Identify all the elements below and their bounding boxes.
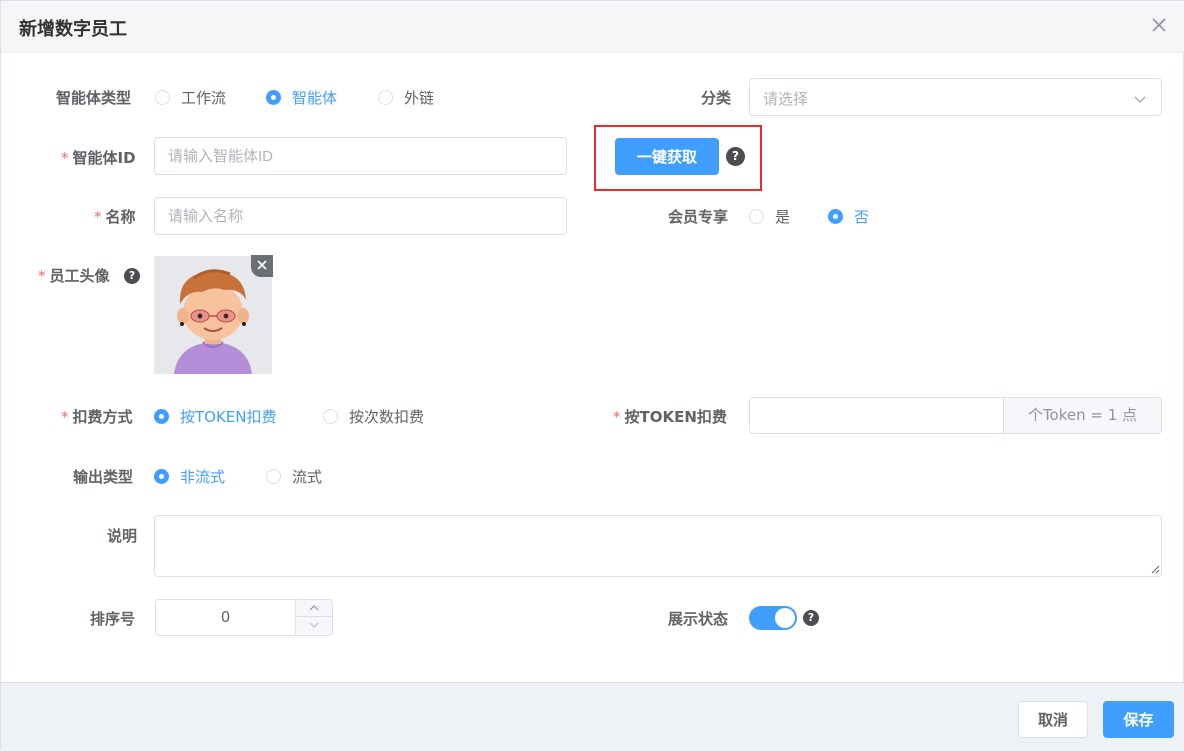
required-asterisk: * — [61, 149, 69, 167]
toggle-knob — [775, 608, 795, 628]
radio-circle-icon — [323, 409, 338, 424]
chevron-down-icon — [1133, 91, 1147, 110]
output-type-label: 输出类型 — [73, 468, 134, 486]
dialog-title: 新增数字员工 — [19, 19, 127, 40]
category-label: 分类 — [701, 89, 732, 107]
radio-checked-icon — [828, 209, 843, 224]
member-only-radio-yes[interactable]: 是 — [749, 206, 790, 227]
name-label: * 名称 — [94, 206, 136, 227]
token-billing-input[interactable] — [750, 398, 1002, 433]
output-radio-non-streaming[interactable]: 非流式 — [154, 466, 225, 487]
avatar-label: * 员工头像 — [38, 265, 110, 286]
billing-method-label: * 扣费方式 — [61, 406, 133, 427]
radio-label: 按TOKEN扣费 — [180, 408, 277, 426]
display-status-toggle[interactable] — [749, 606, 797, 630]
agent-type-radio-external-link[interactable]: 外链 — [378, 87, 434, 108]
required-asterisk: * — [38, 267, 46, 285]
radio-circle-icon — [266, 469, 281, 484]
display-status-label: 展示状态 — [668, 610, 729, 628]
decrement-button[interactable] — [295, 617, 332, 634]
add-digital-employee-dialog: 新增数字员工 智能体类型 工作流 智能体 外链 分类 请选择 *智能体ID 一键… — [0, 0, 1184, 751]
save-button[interactable]: 保存 — [1103, 701, 1174, 738]
member-only-label: 会员专享 — [668, 208, 729, 226]
description-textarea[interactable] — [154, 515, 1162, 577]
close-icon[interactable] — [1149, 15, 1169, 35]
sort-order-stepper: 0 — [155, 599, 333, 636]
remove-avatar-icon[interactable] — [251, 255, 273, 277]
category-select-placeholder: 请选择 — [763, 90, 809, 108]
agent-type-radio-agent[interactable]: 智能体 — [266, 87, 337, 108]
radio-label: 否 — [854, 208, 870, 226]
sort-order-label: 排序号 — [90, 610, 136, 628]
token-billing-input-group: 个Token = 1 点 — [749, 397, 1162, 434]
name-label-text: 名称 — [105, 208, 136, 226]
required-asterisk: * — [61, 408, 69, 426]
agent-type-label: 智能体类型 — [56, 89, 132, 107]
chevron-up-icon — [309, 605, 319, 611]
agent-id-label: * 智能体ID — [61, 147, 136, 168]
radio-label: 智能体 — [292, 89, 338, 107]
dialog-footer — [1, 682, 1184, 751]
radio-circle-icon — [749, 209, 764, 224]
cancel-button[interactable]: 取消 — [1018, 701, 1088, 738]
radio-label: 外链 — [404, 89, 435, 107]
radio-label: 流式 — [292, 468, 323, 486]
help-icon[interactable]: ? — [124, 268, 140, 284]
radio-label: 按次数扣费 — [349, 408, 425, 426]
billing-radio-token[interactable]: 按TOKEN扣费 — [154, 406, 277, 427]
category-select[interactable]: 请选择 — [749, 78, 1162, 116]
radio-checked-icon — [154, 469, 169, 484]
agent-id-label-text: 智能体ID — [72, 149, 136, 167]
sort-order-value[interactable]: 0 — [156, 600, 295, 635]
radio-circle-icon — [155, 90, 170, 105]
name-input[interactable] — [154, 197, 567, 235]
member-only-radio-no[interactable]: 否 — [828, 206, 869, 227]
help-icon[interactable]: ? — [803, 610, 819, 626]
radio-circle-icon — [378, 90, 393, 105]
token-billing-label: * 按TOKEN扣费 — [613, 406, 727, 427]
radio-checked-icon — [154, 409, 169, 424]
required-asterisk: * — [94, 208, 102, 226]
dialog-header: 新增数字员工 — [1, 1, 1184, 53]
agent-type-radio-workflow[interactable]: 工作流 — [155, 87, 226, 108]
increment-button[interactable] — [295, 600, 332, 617]
avatar-label-text: 员工头像 — [49, 267, 110, 285]
agent-id-input[interactable] — [154, 137, 567, 175]
radio-label: 是 — [775, 208, 791, 226]
token-billing-label-text: 按TOKEN扣费 — [624, 408, 727, 426]
billing-radio-per-use[interactable]: 按次数扣费 — [323, 406, 424, 427]
one-click-fetch-button[interactable]: 一键获取 — [615, 138, 719, 175]
billing-method-label-text: 扣费方式 — [72, 408, 133, 426]
required-asterisk: * — [613, 408, 621, 426]
token-billing-suffix: 个Token = 1 点 — [1003, 398, 1161, 433]
resize-grip-icon[interactable] — [1150, 564, 1160, 574]
help-icon[interactable]: ? — [726, 147, 745, 166]
description-label: 说明 — [107, 527, 138, 545]
chevron-down-icon — [309, 622, 319, 628]
output-radio-streaming[interactable]: 流式 — [266, 466, 322, 487]
radio-checked-icon — [266, 90, 281, 105]
radio-label: 非流式 — [180, 468, 226, 486]
radio-label: 工作流 — [181, 89, 227, 107]
